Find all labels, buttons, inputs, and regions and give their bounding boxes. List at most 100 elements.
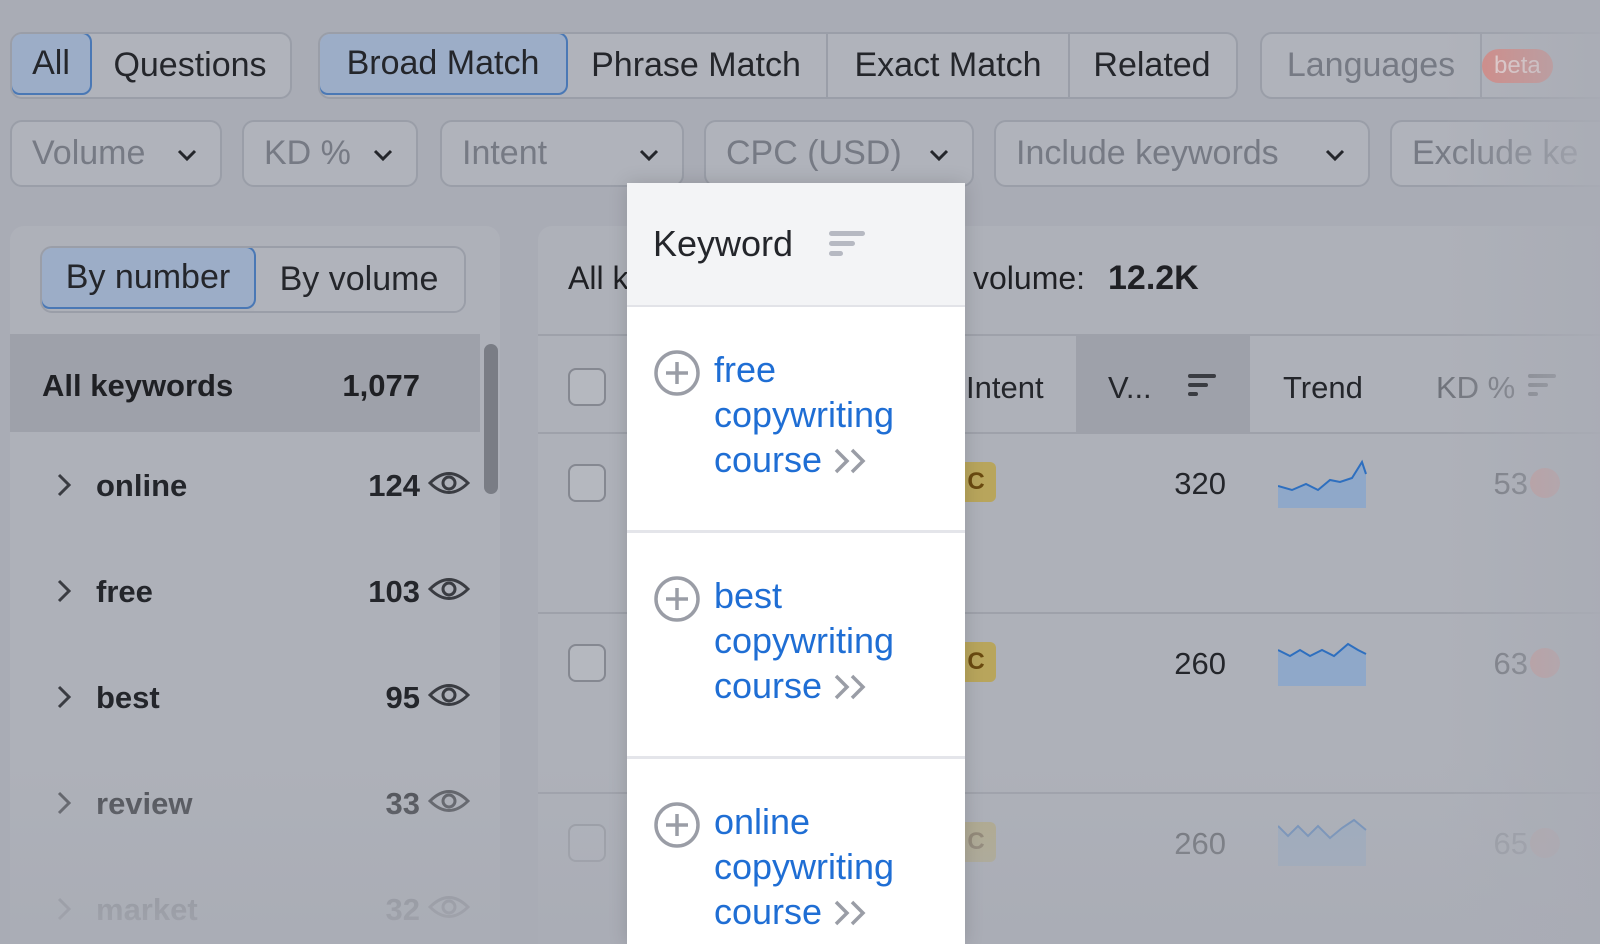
chevron-down-icon xyxy=(929,149,949,162)
chevron-down-icon xyxy=(1325,149,1345,162)
eye-icon[interactable] xyxy=(428,466,470,500)
chevron-down-icon xyxy=(177,149,197,162)
volume-column-header[interactable]: V... xyxy=(1108,370,1152,406)
kd-value: 65 xyxy=(1493,826,1528,861)
keyword-cell: free copywriting course xyxy=(627,307,965,533)
languages-dropdown[interactable]: Languages beta xyxy=(1260,32,1600,99)
eye-icon[interactable] xyxy=(428,784,470,818)
cpc-filter[interactable]: CPC (USD) xyxy=(704,120,974,187)
tab-questions[interactable]: Questions xyxy=(90,34,290,97)
by-number-button[interactable]: By number xyxy=(42,248,256,309)
keyword-column-header[interactable]: Keyword xyxy=(627,183,965,307)
keyword-word: best xyxy=(714,575,783,616)
sort-icon[interactable] xyxy=(1526,370,1558,400)
chevron-right-icon[interactable] xyxy=(52,894,76,924)
kd-filter[interactable]: KD % xyxy=(242,120,418,187)
keyword-cell: best copywriting course xyxy=(627,533,965,759)
trend-sparkline xyxy=(1278,818,1367,866)
group-row-review[interactable]: review 33 xyxy=(10,750,480,850)
tab-all[interactable]: All xyxy=(12,34,92,95)
group-count: 124 xyxy=(368,468,420,503)
row-checkbox[interactable] xyxy=(568,464,606,502)
plus-circle-icon[interactable] xyxy=(653,801,701,849)
volume-filter[interactable]: Volume xyxy=(10,120,222,187)
beta-badge: beta xyxy=(1482,49,1553,83)
by-volume-button[interactable]: By volume xyxy=(254,248,464,311)
exclude-keywords-label: Exclude ke xyxy=(1412,134,1579,172)
match-tabs: Broad Match Phrase Match Exact Match Rel… xyxy=(318,32,1238,99)
sort-icon[interactable] xyxy=(1186,370,1218,400)
sort-icon[interactable] xyxy=(827,227,867,261)
kd-column-header[interactable]: KD % xyxy=(1436,370,1515,406)
group-label: free xyxy=(96,574,153,609)
group-row-best[interactable]: best 95 xyxy=(10,644,480,744)
chevron-right-icon[interactable] xyxy=(52,470,76,500)
group-count: 95 xyxy=(385,680,420,715)
group-count: 33 xyxy=(385,786,420,821)
keyword-word: copywriting xyxy=(714,846,895,887)
group-label: review xyxy=(96,786,193,821)
group-row-market[interactable]: market 32 xyxy=(10,856,480,944)
row-checkbox[interactable] xyxy=(568,824,606,862)
intent-column-header[interactable]: Intent xyxy=(966,370,1044,406)
trend-sparkline xyxy=(1278,642,1367,686)
double-chevron-right-icon[interactable] xyxy=(832,672,872,702)
chevron-right-icon[interactable] xyxy=(52,576,76,606)
kd-filter-label: KD % xyxy=(264,134,351,172)
plus-circle-icon[interactable] xyxy=(653,349,701,397)
keyword-header-label: Keyword xyxy=(653,223,794,264)
total-volume-value: 12.2K xyxy=(1108,259,1199,297)
include-keywords-filter[interactable]: Include keywords xyxy=(994,120,1370,187)
kd-value: 63 xyxy=(1493,646,1528,681)
kd-difficulty-dot xyxy=(1530,828,1560,858)
chevron-down-icon xyxy=(373,149,393,162)
keyword-word: course xyxy=(714,891,823,932)
cpc-filter-label: CPC (USD) xyxy=(726,134,902,172)
tab-broad-match[interactable]: Broad Match xyxy=(320,34,568,95)
kd-difficulty-dot xyxy=(1530,648,1560,678)
eye-icon[interactable] xyxy=(428,678,470,712)
keyword-word: copywriting xyxy=(714,394,895,435)
exclude-keywords-filter[interactable]: Exclude ke xyxy=(1390,120,1600,187)
tab-phrase-match[interactable]: Phrase Match xyxy=(566,34,828,97)
volume-value: 320 xyxy=(1174,466,1226,501)
total-volume-label: volume: xyxy=(973,260,1086,296)
include-keywords-label: Include keywords xyxy=(1016,134,1279,172)
chevron-right-icon[interactable] xyxy=(52,788,76,818)
tab-exact-match[interactable]: Exact Match xyxy=(828,34,1070,97)
volume-value: 260 xyxy=(1174,646,1226,681)
keyword-word: course xyxy=(714,665,823,706)
keyword-word: course xyxy=(714,439,823,480)
group-label: market xyxy=(96,892,198,927)
row-checkbox[interactable] xyxy=(568,644,606,682)
kd-difficulty-dot xyxy=(1530,468,1560,498)
intent-filter[interactable]: Intent xyxy=(440,120,684,187)
double-chevron-right-icon[interactable] xyxy=(832,898,872,928)
group-row-online[interactable]: online 124 xyxy=(10,432,480,532)
keyword-word: online xyxy=(714,801,811,842)
chevron-down-icon xyxy=(639,149,659,162)
scrollbar-thumb[interactable] xyxy=(484,344,498,494)
keyword-column-spotlight: Keyword free copywriting course best cop… xyxy=(627,183,965,944)
group-label: online xyxy=(96,468,188,503)
tab-related[interactable]: Related xyxy=(1070,34,1234,97)
keyword-link[interactable]: online copywriting course xyxy=(714,799,954,934)
all-keywords-label: All keywords xyxy=(42,368,234,403)
eye-icon[interactable] xyxy=(428,572,470,606)
double-chevron-right-icon[interactable] xyxy=(832,446,872,476)
group-row-free[interactable]: free 103 xyxy=(10,538,480,638)
plus-circle-icon[interactable] xyxy=(653,575,701,623)
group-label: best xyxy=(96,680,160,715)
keyword-word: free xyxy=(714,349,777,390)
trend-column-header[interactable]: Trend xyxy=(1283,370,1363,406)
select-all-checkbox[interactable] xyxy=(568,368,606,406)
type-tabs: All Questions xyxy=(10,32,292,99)
group-count: 103 xyxy=(368,574,420,609)
summary-prefix: All k xyxy=(568,260,629,296)
eye-icon[interactable] xyxy=(428,890,470,924)
keyword-link[interactable]: best copywriting course xyxy=(714,573,954,708)
keyword-link[interactable]: free copywriting course xyxy=(714,347,954,482)
chevron-right-icon[interactable] xyxy=(52,682,76,712)
all-keywords-row[interactable]: All keywords 1,077 xyxy=(10,334,480,432)
trend-sparkline xyxy=(1278,459,1367,508)
